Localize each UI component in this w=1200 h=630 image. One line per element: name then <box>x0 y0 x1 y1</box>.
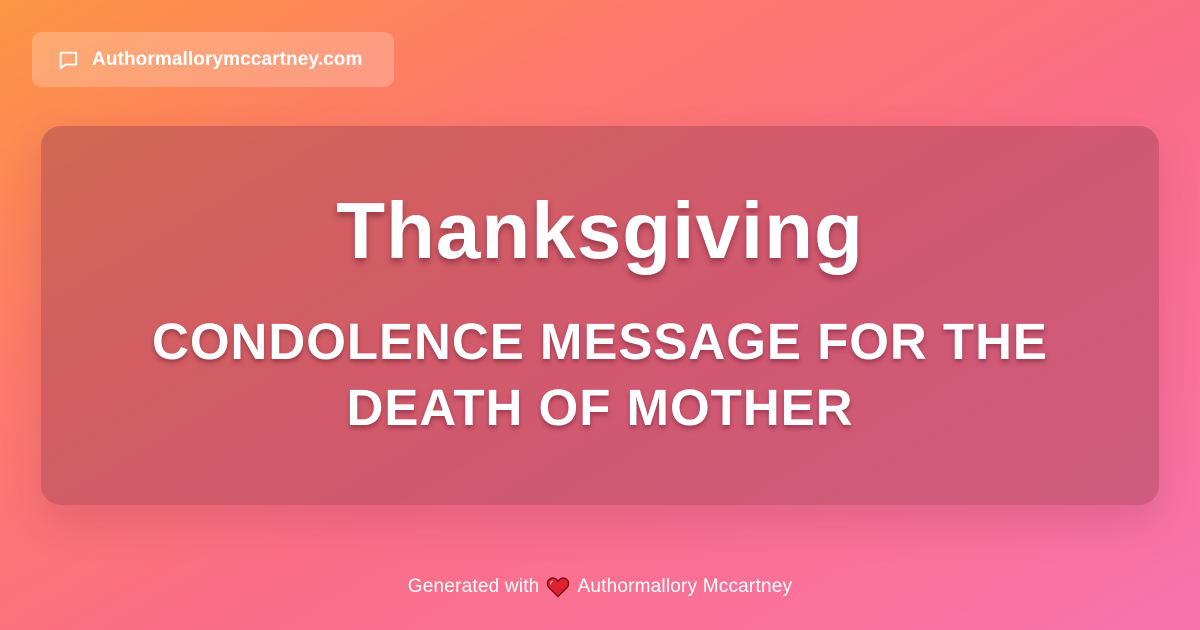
title-card: Thanksgiving CONDOLENCE MESSAGE FOR THE … <box>41 126 1159 505</box>
site-name: Authormallorymccartney.com <box>92 48 363 70</box>
footer-brand: Authormallory Mccartney <box>577 576 793 597</box>
heart-icon <box>545 574 571 600</box>
page-subtitle: CONDOLENCE MESSAGE FOR THE DEATH OF MOTH… <box>152 312 1048 436</box>
site-badge[interactable]: Authormallorymccartney.com <box>32 32 394 87</box>
page-title: Thanksgiving <box>336 185 864 275</box>
footer-prefix: Generated with <box>407 576 540 597</box>
chat-bubble-icon <box>56 48 80 72</box>
footer: Generated with Authormallory Mccartney <box>0 574 1200 600</box>
